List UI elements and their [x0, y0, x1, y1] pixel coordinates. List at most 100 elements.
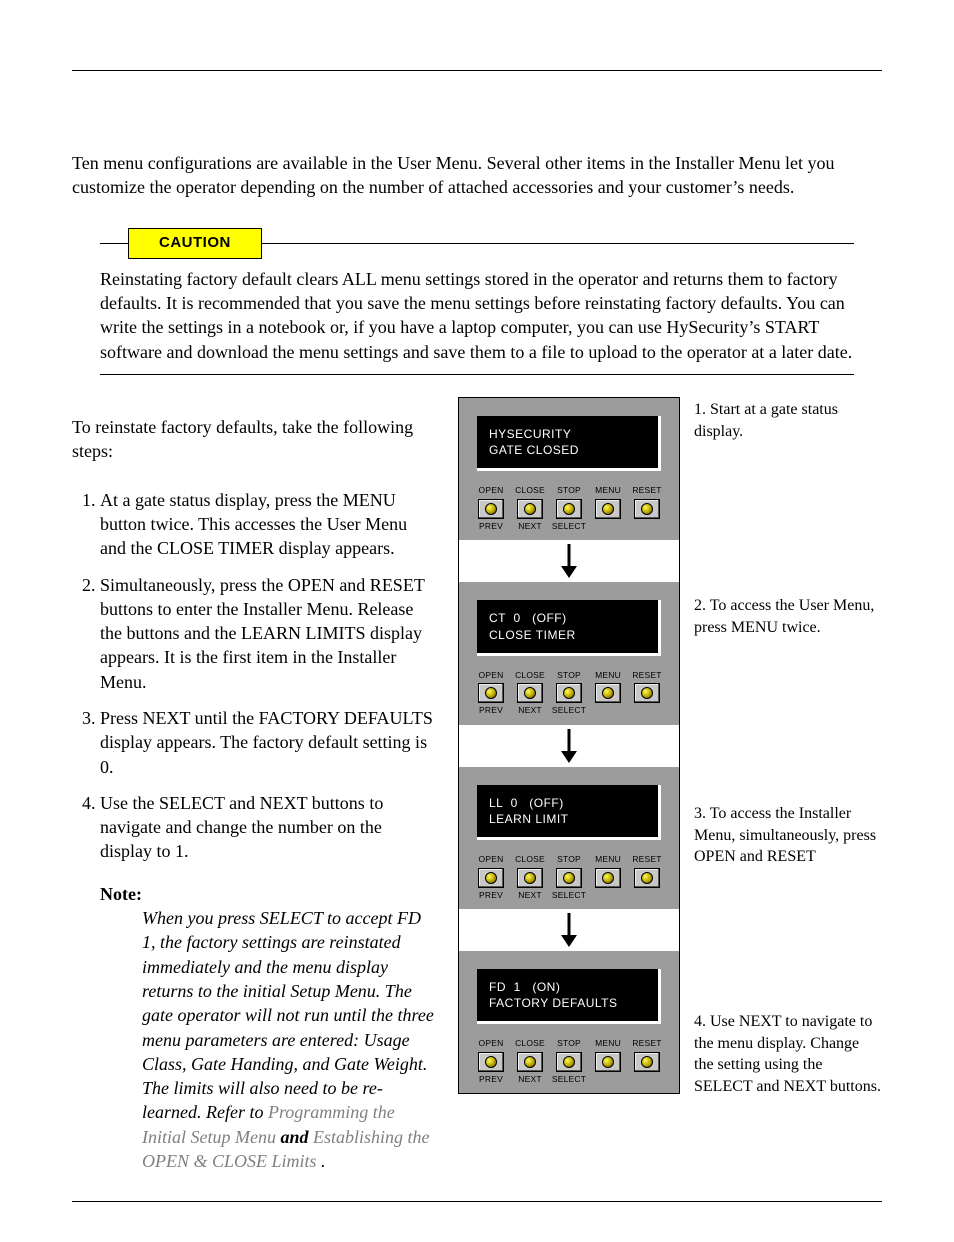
button-cell: RESET — [629, 854, 665, 901]
button-led-icon — [485, 687, 497, 699]
button-bottom-label: NEXT — [512, 1074, 548, 1085]
button-cell: CLOSENEXT — [512, 670, 548, 717]
lcd-display: FD 1 (ON)FACTORY DEFAULTS — [477, 969, 661, 1024]
button-cell: CLOSENEXT — [512, 485, 548, 532]
bottom-rule — [72, 1201, 882, 1202]
button-led-icon — [524, 687, 536, 699]
control-panel: LL 0 (OFF)LEARN LIMITOPENPREVCLOSENEXTST… — [459, 767, 679, 909]
note-tail: . — [321, 1151, 326, 1171]
button-row: OPENPREVCLOSENEXTSTOPSELECTMENURESET — [469, 670, 669, 717]
button-led-icon — [641, 872, 653, 884]
button-cell: RESET — [629, 485, 665, 532]
button-led-icon — [641, 1056, 653, 1068]
reset-button[interactable] — [634, 868, 660, 888]
stop-button[interactable] — [556, 868, 582, 888]
button-top-label: OPEN — [473, 854, 509, 865]
button-led-icon — [524, 1056, 536, 1068]
caption-4: 4. Use NEXT to navigate to the menu disp… — [694, 1011, 882, 1097]
caption-3: 3. To access the Installer Menu, simulta… — [694, 803, 882, 991]
button-led-icon — [563, 1056, 575, 1068]
button-top-label: STOP — [551, 1038, 587, 1049]
button-bottom-label — [590, 521, 626, 531]
button-top-label: STOP — [551, 485, 587, 496]
button-led-icon — [524, 503, 536, 515]
step-1: At a gate status display, press the MENU… — [100, 488, 434, 561]
button-led-icon — [602, 503, 614, 515]
lcd-line-2: LEARN LIMIT — [489, 811, 646, 827]
button-led-icon — [641, 687, 653, 699]
caption-2: 2. To access the User Menu, press MENU t… — [694, 595, 882, 783]
close-button[interactable] — [517, 499, 543, 519]
button-led-icon — [563, 687, 575, 699]
close-button[interactable] — [517, 1052, 543, 1072]
button-cell: STOP SELECT — [551, 854, 587, 901]
button-led-icon — [485, 503, 497, 515]
note-block: Note: When you press SELECT to accept FD… — [100, 882, 434, 1174]
reset-button[interactable] — [634, 683, 660, 703]
open-button[interactable] — [478, 683, 504, 703]
open-button[interactable] — [478, 1052, 504, 1072]
button-led-icon — [563, 872, 575, 884]
reset-button[interactable] — [634, 499, 660, 519]
panel-captions: 1. Start at a gate status display. 2. To… — [694, 397, 882, 1117]
button-cell: MENU — [590, 854, 626, 901]
lcd-line-2: GATE CLOSED — [489, 442, 646, 458]
button-top-label: OPEN — [473, 1038, 509, 1049]
button-bottom-label: PREV — [473, 1074, 509, 1085]
button-bottom-label — [590, 890, 626, 900]
menu-button[interactable] — [595, 868, 621, 888]
step-2: Simultaneously, press the OPEN and RESET… — [100, 573, 434, 694]
button-led-icon — [524, 872, 536, 884]
step-3: Press NEXT until the FACTORY DEFAULTS di… — [100, 706, 434, 779]
reset-button[interactable] — [634, 1052, 660, 1072]
button-led-icon — [563, 503, 575, 515]
stop-button[interactable] — [556, 683, 582, 703]
button-top-label: CLOSE — [512, 670, 548, 681]
note-mid: and — [280, 1127, 313, 1147]
stop-button[interactable] — [556, 499, 582, 519]
button-bottom-label: SELECT — [551, 521, 587, 532]
lcd-display: CT 0 (OFF)CLOSE TIMER — [477, 600, 661, 655]
lcd-line-1: CT 0 (OFF) — [489, 610, 646, 626]
button-cell: STOP SELECT — [551, 485, 587, 532]
button-top-label: CLOSE — [512, 854, 548, 865]
button-bottom-label: SELECT — [551, 890, 587, 901]
button-bottom-label: NEXT — [512, 890, 548, 901]
lcd-display: HYSECURITYGATE CLOSED — [477, 416, 661, 471]
top-rule — [72, 70, 882, 71]
open-button[interactable] — [478, 868, 504, 888]
stop-button[interactable] — [556, 1052, 582, 1072]
button-bottom-label: PREV — [473, 521, 509, 532]
control-panel: HYSECURITYGATE CLOSED OPEN PREVCLOSENEXTST… — [459, 398, 679, 540]
step-4: Use the SELECT and NEXT buttons to navig… — [100, 791, 434, 864]
button-row: OPENPREVCLOSENEXTSTOPSELECTMENURESET — [469, 854, 669, 901]
open-button[interactable] — [478, 499, 504, 519]
menu-button[interactable] — [595, 683, 621, 703]
close-button[interactable] — [517, 683, 543, 703]
lcd-line-1: FD 1 (ON) — [489, 979, 646, 995]
button-bottom-label — [629, 705, 665, 715]
note-body: When you press SELECT to accept FD 1, th… — [142, 908, 434, 1122]
button-bottom-label: SELECT — [551, 705, 587, 716]
button-cell: MENU — [590, 670, 626, 717]
button-top-label: STOP — [551, 854, 587, 865]
lcd-line-1: HYSECURITY — [489, 426, 646, 442]
button-bottom-label: SELECT — [551, 1074, 587, 1085]
button-cell: OPENPREV — [473, 670, 509, 717]
button-bottom-label: NEXT — [512, 521, 548, 532]
button-led-icon — [485, 1056, 497, 1068]
button-bottom-label — [590, 705, 626, 715]
button-top-label: RESET — [629, 854, 665, 865]
caution-label: CAUTION — [128, 228, 262, 259]
menu-button[interactable] — [595, 1052, 621, 1072]
button-row: OPEN PREVCLOSENEXTSTOP SELECTMENURESET — [469, 485, 669, 532]
button-top-label: OPEN — [473, 485, 509, 496]
button-cell: MENU — [590, 485, 626, 532]
menu-button[interactable] — [595, 499, 621, 519]
button-top-label: CLOSE — [512, 1038, 548, 1049]
button-cell: STOP SELECT — [551, 1038, 587, 1085]
lcd-display: LL 0 (OFF)LEARN LIMIT — [477, 785, 661, 840]
button-top-label: MENU — [590, 854, 626, 865]
close-button[interactable] — [517, 868, 543, 888]
procedure-lede: To reinstate factory defaults, take the … — [72, 415, 434, 464]
